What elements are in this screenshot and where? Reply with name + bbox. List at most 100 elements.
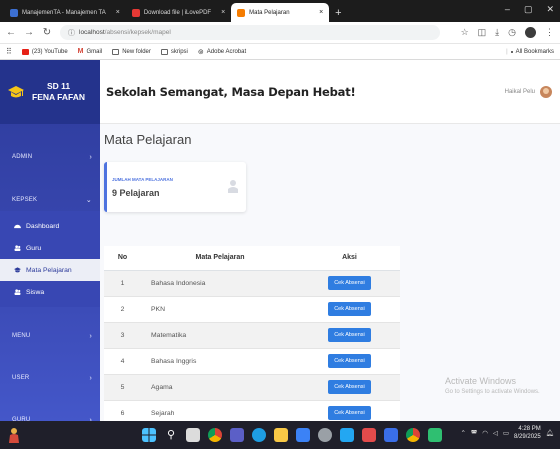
user-name: Haikal Pelu: [504, 88, 535, 95]
tab-label: Mata Pelajaran: [249, 9, 290, 16]
browser-tab-bar: ManajemenTA - Manajemen TA × Download fi…: [0, 0, 560, 22]
settings-gear-icon[interactable]: [318, 428, 332, 442]
app-green-icon[interactable]: [428, 428, 442, 442]
site-info-icon[interactable]: ⓘ: [68, 28, 75, 38]
sidebar-group-menu[interactable]: MENU ›: [0, 325, 100, 347]
teams-icon[interactable]: [230, 428, 244, 442]
sidebar-item-dashboard[interactable]: Dashboard: [0, 215, 100, 237]
browser-tab-ilovepdf[interactable]: Download file | iLovePDF ×: [126, 3, 231, 22]
chevron-right-icon: ›: [89, 332, 92, 340]
taskbar-apps: ⚲: [142, 428, 442, 442]
user-menu[interactable]: Haikal Pelu: [504, 85, 552, 98]
tab-label: ManajemenTA - Manajemen TA: [22, 9, 106, 16]
volume-icon[interactable]: ◁: [493, 429, 498, 437]
table-row: 2 PKN Cek Absensi: [104, 296, 400, 323]
bookmark-gmail[interactable]: M Gmail: [78, 48, 103, 55]
row-mapel: Bahasa Indonesia: [141, 270, 299, 297]
close-tab-icon[interactable]: ×: [319, 9, 323, 16]
back-arrow-icon[interactable]: ←: [6, 27, 16, 38]
avatar: [540, 85, 552, 98]
graduation-cap-icon: [8, 86, 24, 98]
sidebar-item-siswa[interactable]: Siswa: [0, 281, 100, 303]
edge-icon[interactable]: [252, 428, 266, 442]
cek-absensi-button[interactable]: Cek Absensi: [328, 380, 371, 394]
taskbar-clock[interactable]: 4:28 PM 8/29/2025: [514, 425, 541, 441]
profile-avatar-icon[interactable]: [525, 27, 536, 38]
chrome-icon[interactable]: [406, 428, 420, 442]
chrome-icon[interactable]: [208, 428, 222, 442]
history-icon[interactable]: ◷: [508, 27, 516, 38]
cek-absensi-button[interactable]: Cek Absensi: [328, 302, 371, 316]
row-no: 4: [104, 348, 141, 375]
window-controls: – ▢ ✕: [505, 4, 554, 15]
gmail-icon: M: [77, 48, 84, 55]
sidebar-group-user[interactable]: USER ›: [0, 367, 100, 389]
sidebar-item-guru[interactable]: Guru: [0, 237, 100, 259]
download-icon[interactable]: ⤓: [495, 27, 499, 38]
reload-icon[interactable]: ↻: [42, 27, 52, 38]
extensions-icon[interactable]: ◫: [478, 27, 487, 38]
sidebar-group-kepsek[interactable]: KEPSEK ⌄: [0, 189, 100, 211]
school-tagline: Sekolah Semangat, Masa Depan Hebat!: [106, 84, 356, 99]
windows-start-icon[interactable]: [142, 428, 156, 442]
minimize-icon[interactable]: –: [505, 4, 510, 15]
bookmark-new-folder[interactable]: New folder: [112, 48, 151, 55]
brand-name: SD 11 FENA FAFAN: [32, 81, 86, 102]
address-bar-row: ← → ↻ ⓘ localhost/absensi/kepsek/mapel ☆…: [0, 22, 560, 44]
bookmark-youtube[interactable]: (23) YouTube: [21, 48, 68, 55]
url-field[interactable]: ⓘ localhost/absensi/kepsek/mapel: [60, 25, 440, 40]
task-view-icon[interactable]: [186, 428, 200, 442]
app-blue-icon[interactable]: [384, 428, 398, 442]
dashboard-icon: [14, 224, 21, 229]
table-row: 4 Bahasa Inggris Cek Absensi: [104, 348, 400, 375]
cek-absensi-button[interactable]: Cek Absensi: [328, 328, 371, 342]
close-tab-icon[interactable]: ×: [221, 9, 225, 16]
mapel-table: No Mata Pelajaran Aksi 1 Bahasa Indonesi…: [104, 246, 400, 421]
weather-figure-icon: [9, 428, 19, 443]
notification-bell-icon[interactable]: 🔔︎: [546, 429, 554, 437]
url-path: /absensi/kepsek/mapel: [104, 29, 171, 36]
network-icon[interactable]: ◚: [471, 429, 477, 437]
bookmark-adobe-acrobat[interactable]: ⊚ Adobe Acrobat: [198, 48, 246, 56]
widgets-button[interactable]: [0, 421, 28, 449]
chevron-up-icon[interactable]: ⌃: [460, 429, 465, 437]
table-row: 3 Matematika Cek Absensi: [104, 322, 400, 349]
forward-arrow-icon[interactable]: →: [24, 27, 34, 38]
kepsek-submenu: Dashboard Guru Mata Pelajaran Siswa: [0, 211, 100, 307]
restore-icon[interactable]: ▢: [524, 4, 533, 15]
battery-icon[interactable]: ▭: [503, 429, 509, 437]
cek-absensi-button[interactable]: Cek Absensi: [328, 406, 371, 420]
page-title: Mata Pelajaran: [104, 132, 192, 147]
close-window-icon[interactable]: ✕: [546, 4, 554, 15]
browser-tab-manajemen[interactable]: ManajemenTA - Manajemen TA ×: [4, 3, 126, 22]
chevron-right-icon: ›: [89, 374, 92, 382]
sidebar-brand[interactable]: SD 11 FENA FAFAN: [0, 60, 100, 124]
file-explorer-icon[interactable]: [274, 428, 288, 442]
column-header-aksi: Aksi: [299, 246, 400, 271]
more-menu-icon[interactable]: ⋮: [545, 27, 554, 38]
store-icon[interactable]: [296, 428, 310, 442]
wifi-icon[interactable]: ◠: [482, 429, 488, 437]
bookmark-star-icon[interactable]: ☆: [461, 27, 469, 38]
row-mapel: Sejarah: [141, 400, 299, 421]
row-mapel: Agama: [141, 374, 299, 401]
apps-grid-icon[interactable]: ⠿: [6, 47, 12, 56]
row-mapel: Matematika: [141, 322, 299, 349]
browser-tab-mata-pelajaran[interactable]: Mata Pelajaran ×: [231, 3, 330, 22]
all-bookmarks[interactable]: | All Bookmarks: [506, 49, 554, 55]
row-no: 3: [104, 322, 141, 349]
row-no: 6: [104, 400, 141, 421]
cek-absensi-button[interactable]: Cek Absensi: [328, 354, 371, 368]
sidebar-item-mata-pelajaran[interactable]: Mata Pelajaran: [0, 259, 100, 281]
app-red-icon[interactable]: [362, 428, 376, 442]
new-tab-button[interactable]: +: [329, 3, 347, 22]
close-tab-icon[interactable]: ×: [116, 9, 120, 16]
sidebar-group-admin[interactable]: ADMIN ›: [0, 146, 100, 168]
cek-absensi-button[interactable]: Cek Absensi: [328, 276, 371, 290]
table-row: 6 Sejarah Cek Absensi: [104, 400, 400, 421]
folder-icon: [160, 48, 168, 55]
tab-favicon-icon: [10, 8, 18, 17]
search-icon[interactable]: ⚲: [164, 428, 178, 442]
vscode-icon[interactable]: [340, 428, 354, 442]
bookmark-skripsi[interactable]: skripsi: [160, 48, 188, 55]
